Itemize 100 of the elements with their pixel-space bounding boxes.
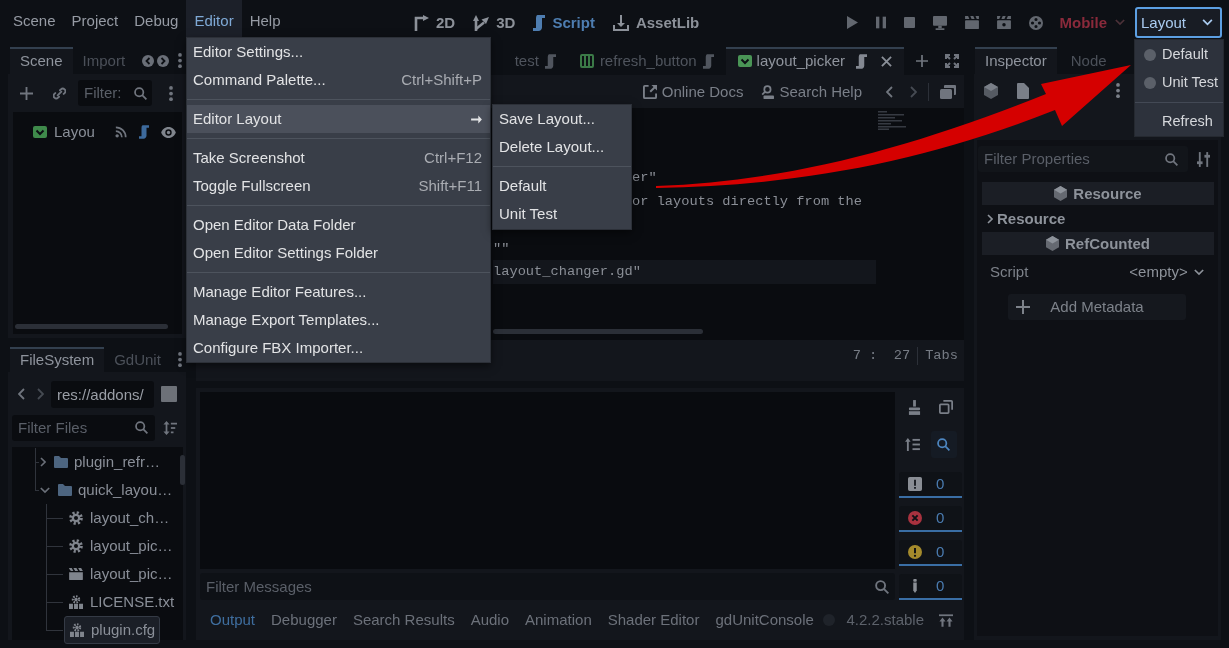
dock-tab[interactable]: Inspector bbox=[975, 47, 1057, 74]
caret-icon[interactable] bbox=[40, 486, 50, 494]
add-icon[interactable] bbox=[20, 86, 33, 100]
close-icon[interactable] bbox=[881, 55, 892, 67]
menu-item[interactable]: Delete Layout... bbox=[493, 133, 631, 161]
stop-icon[interactable] bbox=[903, 17, 915, 28]
filter-field[interactable]: Filter Files bbox=[12, 414, 155, 441]
menu-item[interactable]: Configure FBX Importer... bbox=[187, 334, 490, 362]
fullscreen-icon[interactable] bbox=[945, 54, 959, 68]
film-reel-icon[interactable] bbox=[1028, 15, 1043, 30]
filter-input[interactable]: Filter Messages bbox=[206, 577, 875, 596]
horizontal-scrollbar[interactable] bbox=[493, 329, 703, 334]
menu-item[interactable]: Open Editor Settings Folder bbox=[187, 239, 490, 267]
sort-icon[interactable] bbox=[163, 420, 177, 435]
main-screen-tab[interactable]: 2D bbox=[413, 13, 456, 32]
panel-tab[interactable]: Audio bbox=[462, 605, 517, 635]
menu-item[interactable]: Save Layout... bbox=[493, 105, 631, 133]
filter-input[interactable]: Filter Files bbox=[18, 418, 135, 437]
file-tree-item[interactable]: layout_ch… bbox=[64, 504, 174, 532]
toolbar-link[interactable]: Online Docs bbox=[642, 82, 744, 101]
forward-icon[interactable] bbox=[910, 85, 917, 98]
counter-toggle[interactable]: 0 bbox=[899, 574, 962, 600]
add-icon[interactable] bbox=[916, 55, 928, 67]
path-field[interactable]: res://addons/ bbox=[51, 380, 154, 408]
menu-item[interactable]: Command Palette... Ctrl+Shift+P bbox=[187, 66, 490, 94]
panel-tab[interactable]: Search Results bbox=[344, 605, 463, 635]
menu-item[interactable]: Open Editor Data Folder bbox=[187, 211, 490, 239]
more-icon[interactable] bbox=[169, 85, 173, 101]
file-tree-item[interactable]: layout_pic… bbox=[64, 560, 177, 588]
add-metadata-button[interactable]: Add Metadata bbox=[1008, 294, 1186, 320]
main-screen-tab[interactable]: 3D bbox=[473, 13, 516, 32]
filter-field[interactable]: Filter: bbox=[78, 80, 152, 106]
forward-icon[interactable] bbox=[157, 54, 169, 67]
forward-icon[interactable] bbox=[37, 388, 44, 400]
dock-tab[interactable]: Scene bbox=[10, 47, 73, 74]
panel-tab[interactable]: Animation bbox=[517, 605, 600, 635]
clapperboard-icon[interactable] bbox=[996, 16, 1011, 29]
panel-tab[interactable]: Debugger bbox=[263, 605, 345, 635]
link-icon[interactable] bbox=[53, 86, 66, 100]
file-tree-item[interactable]: LICENSE.txt bbox=[64, 588, 179, 616]
menu-item[interactable]: Editor Settings... bbox=[187, 38, 490, 66]
back-icon[interactable] bbox=[18, 388, 25, 400]
dock-tab[interactable]: FileSystem bbox=[10, 347, 105, 372]
counter-toggle[interactable]: 0 bbox=[899, 472, 962, 498]
back-icon[interactable] bbox=[142, 54, 154, 67]
menu-item[interactable]: Help bbox=[241, 0, 289, 37]
signal-icon[interactable] bbox=[115, 126, 127, 138]
menu-item[interactable]: Editor Layout bbox=[187, 105, 490, 133]
main-screen-tab[interactable]: Script bbox=[533, 13, 595, 32]
file-tree-item[interactable]: plugin.cfg bbox=[64, 616, 161, 644]
counter-toggle[interactable]: 0 bbox=[899, 540, 962, 566]
node-name[interactable]: Layou bbox=[54, 123, 95, 141]
broom-icon[interactable] bbox=[908, 399, 921, 415]
layout-option[interactable]: Unit Test bbox=[1135, 69, 1223, 97]
more-icon[interactable] bbox=[1116, 83, 1120, 98]
panel-tab[interactable]: Shader Editor bbox=[599, 605, 708, 635]
menu-item[interactable]: Scene bbox=[5, 0, 64, 37]
indentation-button[interactable]: Tabs bbox=[925, 347, 958, 365]
play-icon[interactable] bbox=[846, 16, 858, 29]
menu-item[interactable]: Refresh bbox=[1135, 108, 1223, 136]
menu-item[interactable]: Manage Export Templates... bbox=[187, 306, 490, 334]
menu-item[interactable]: Unit Test bbox=[493, 200, 631, 228]
menu-item[interactable]: Editor bbox=[186, 0, 242, 37]
more-icon[interactable] bbox=[178, 352, 182, 367]
vertical-scrollbar[interactable] bbox=[180, 455, 186, 485]
menu-item[interactable]: Manage Editor Features... bbox=[187, 278, 490, 306]
overlapping-windows-icon[interactable] bbox=[940, 84, 956, 99]
menu-item[interactable]: Debug bbox=[126, 0, 187, 37]
more-icon[interactable] bbox=[178, 53, 182, 68]
counter-toggle[interactable]: 0 bbox=[899, 506, 962, 532]
toolbar-link[interactable]: Search Help bbox=[760, 82, 862, 101]
menu-item[interactable]: Project bbox=[63, 0, 127, 37]
clapperboard-icon[interactable] bbox=[964, 16, 979, 29]
panel-tab[interactable]: gdUnitConsole bbox=[707, 605, 822, 635]
arrows-up-icon[interactable] bbox=[939, 613, 953, 627]
eye-icon[interactable] bbox=[161, 126, 176, 138]
back-icon[interactable] bbox=[886, 85, 893, 98]
filter-field[interactable]: Filter Properties bbox=[978, 146, 1188, 172]
sliders-icon[interactable] bbox=[1197, 151, 1210, 167]
cube-icon[interactable] bbox=[984, 82, 998, 99]
file-tree-item[interactable]: layout_pic… bbox=[64, 532, 177, 560]
file-tree-item[interactable]: plugin_refr… bbox=[40, 448, 160, 476]
script-icon[interactable] bbox=[139, 125, 149, 139]
menu-item[interactable]: Toggle Fullscreen Shift+F11 bbox=[187, 172, 490, 200]
filter-input[interactable]: Filter: bbox=[84, 84, 134, 102]
menu-item[interactable]: Default bbox=[493, 172, 631, 200]
caret-icon[interactable] bbox=[40, 457, 46, 467]
search-toggle[interactable] bbox=[930, 431, 957, 458]
monitor-icon[interactable] bbox=[932, 15, 947, 30]
copy-icon[interactable] bbox=[939, 400, 953, 414]
panel-tab[interactable]: Output bbox=[202, 605, 264, 635]
file-tree-item[interactable]: quick_layou… bbox=[40, 476, 173, 504]
layout-dropdown[interactable]: Layout bbox=[1135, 7, 1222, 38]
layout-option[interactable]: Default bbox=[1135, 41, 1223, 69]
menu-item[interactable]: Take Screenshot Ctrl+F12 bbox=[187, 144, 490, 172]
pause-icon[interactable] bbox=[875, 16, 886, 29]
file-tab[interactable]: layout_picker bbox=[725, 47, 904, 75]
main-screen-tab[interactable]: AssetLib bbox=[612, 13, 700, 32]
file-icon[interactable] bbox=[1017, 82, 1029, 99]
arrow-lines-icon[interactable] bbox=[904, 438, 920, 451]
